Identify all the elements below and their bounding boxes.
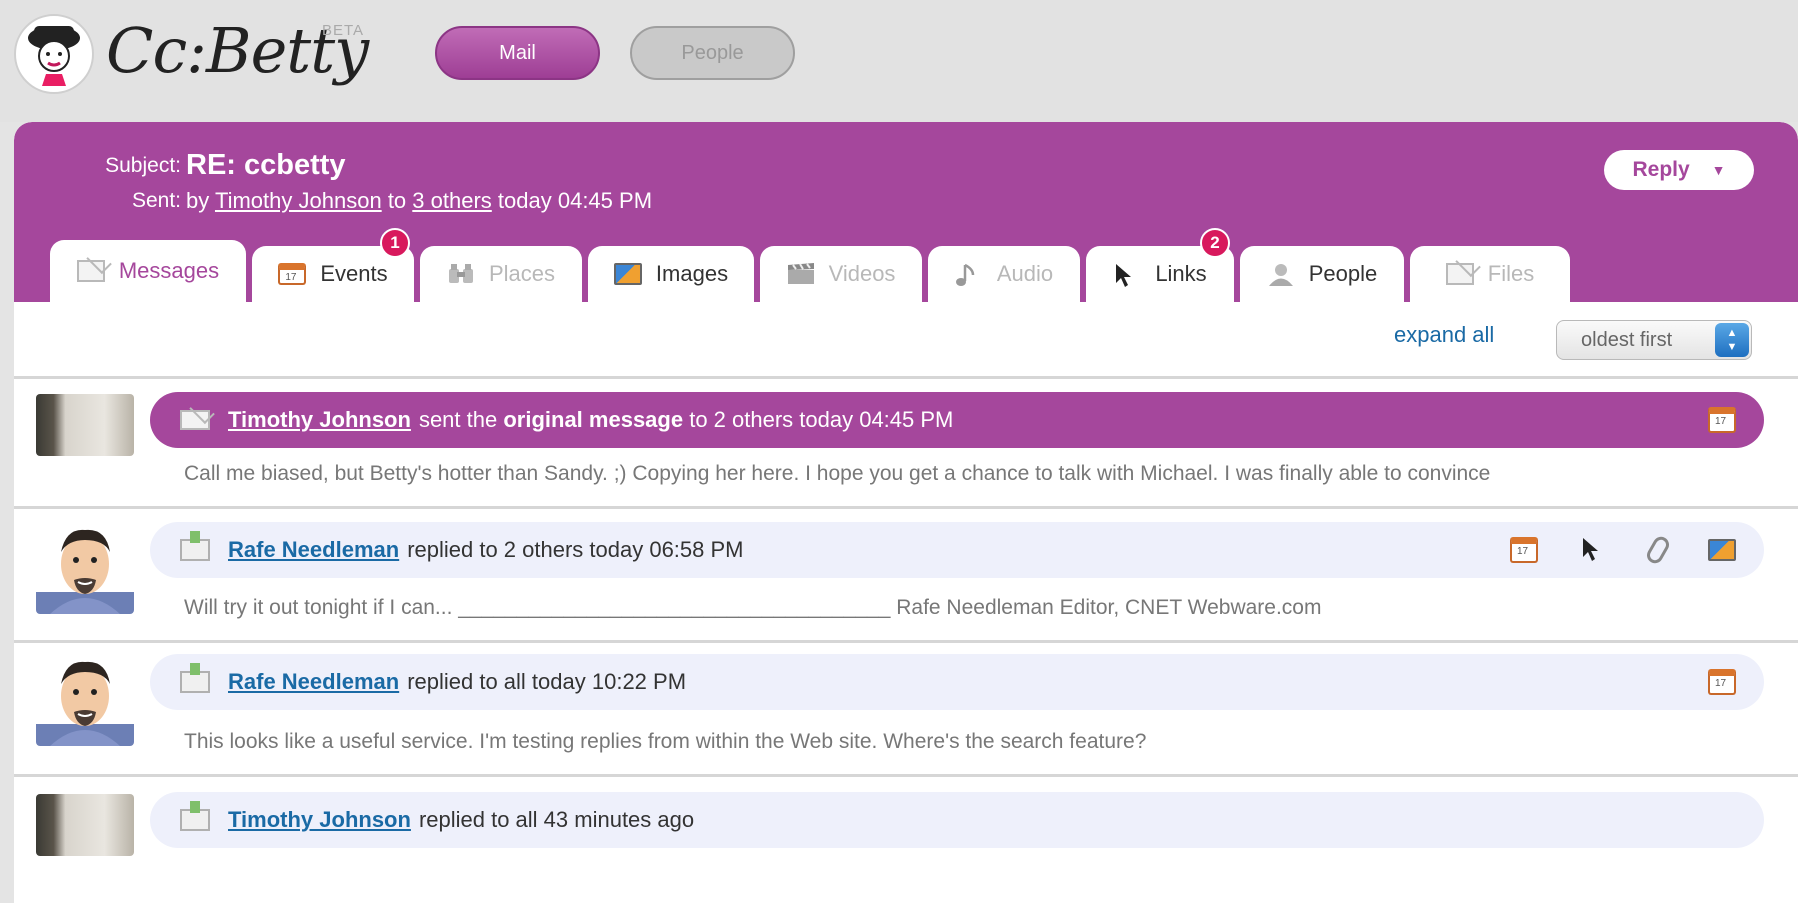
sender-name-link[interactable]: Rafe Needleman — [228, 669, 399, 695]
attachment-icons — [1708, 654, 1736, 710]
message-snippet[interactable]: Will try it out tonight if I can... ____… — [184, 596, 1321, 620]
tab-messages[interactable]: Messages — [50, 240, 246, 302]
music-note-icon — [955, 263, 983, 286]
message-header-bar[interactable]: Rafe Needleman replied to 2 others today… — [150, 522, 1764, 578]
divider — [14, 640, 1798, 643]
sent-to-text: to — [387, 188, 407, 213]
message-summary: sent the original message to 2 others to… — [418, 407, 954, 432]
message-item[interactable]: Timothy Johnson sent the original messag… — [14, 380, 1798, 504]
calendar-icon[interactable] — [1510, 537, 1538, 563]
message-item[interactable]: Rafe Needleman replied to all today 10:2… — [14, 644, 1798, 772]
tab-label: Images — [655, 261, 729, 286]
conversation-header: Subject: RE: ccbetty Sent: by Timothy Jo… — [14, 122, 1798, 302]
beta-label: BETA — [322, 22, 365, 39]
envelope-open-icon — [180, 531, 210, 561]
sent-label: Sent: — [131, 189, 181, 212]
envelope-icon — [76, 260, 105, 282]
attachment-icons — [1510, 522, 1736, 578]
tab-links[interactable]: Links 2 — [1086, 228, 1234, 302]
message-header-bar[interactable]: Timothy Johnson sent the original messag… — [150, 392, 1764, 448]
envelope-icon — [1445, 263, 1474, 285]
tab-label: Files — [1487, 261, 1535, 286]
avatar — [36, 794, 134, 856]
image-icon — [613, 263, 642, 285]
reply-button[interactable]: Reply ▼ — [1604, 150, 1754, 190]
sent-time: today 04:45 PM — [497, 188, 653, 213]
top-bar: Cc:Betty BETA Mail People — [0, 0, 1798, 122]
subject-label: Subject: — [105, 154, 181, 177]
tab-label: Audio — [996, 261, 1054, 286]
calendar-icon[interactable] — [1708, 407, 1736, 433]
avatar — [36, 522, 134, 614]
tab-videos[interactable]: Videos — [760, 246, 922, 302]
tab-label: Places — [488, 261, 556, 286]
calendar-icon[interactable] — [1708, 669, 1736, 695]
message-snippet[interactable]: Call me biased, but Betty's hotter than … — [184, 462, 1490, 486]
cursor-icon[interactable] — [1580, 537, 1608, 563]
sender-name-link[interactable]: Timothy Johnson — [228, 807, 411, 833]
tab-people[interactable]: People — [1240, 246, 1404, 302]
message-item[interactable]: Rafe Needleman replied to 2 others today… — [14, 510, 1798, 638]
divider — [14, 774, 1798, 777]
envelope-open-icon — [180, 663, 210, 693]
attachment-icons — [1708, 392, 1736, 448]
clapperboard-icon — [787, 263, 815, 285]
message-item[interactable]: Timothy Johnson replied to all 43 minute… — [14, 778, 1798, 858]
tab-files[interactable]: Files — [1410, 246, 1570, 302]
sent-info: by Timothy Johnson to 3 others today 04:… — [186, 188, 652, 214]
tab-images[interactable]: Images — [588, 246, 754, 302]
sort-order-value: oldest first — [1581, 328, 1673, 351]
paperclip-icon[interactable] — [1644, 533, 1672, 567]
message-summary: replied to all today 10:22 PM — [407, 669, 687, 694]
sender-link[interactable]: Timothy Johnson — [215, 188, 382, 213]
select-arrows-icon: ▲ ▼ — [1715, 323, 1749, 357]
message-snippet[interactable]: This looks like a useful service. I'm te… — [184, 730, 1146, 754]
sort-order-select[interactable]: oldest first ▲ ▼ — [1556, 320, 1752, 360]
conversation-panel: Subject: RE: ccbetty Sent: by Timothy Jo… — [14, 122, 1798, 903]
tab-label: Videos — [828, 261, 896, 286]
recipients-link[interactable]: 3 others — [412, 188, 492, 213]
tab-events[interactable]: Events 1 — [252, 228, 414, 302]
envelope-icon — [180, 410, 210, 430]
cursor-icon — [1113, 263, 1141, 287]
mail-button[interactable]: Mail — [435, 26, 600, 80]
message-summary: replied to 2 others today 06:58 PM — [407, 537, 744, 562]
betty-logo-icon — [14, 14, 94, 94]
sent-by-text: by — [186, 188, 210, 213]
sender-name-link[interactable]: Rafe Needleman — [228, 537, 399, 563]
calendar-icon — [278, 263, 307, 285]
message-summary: replied to all 43 minutes ago — [418, 807, 695, 832]
events-count-badge: 1 — [380, 228, 410, 258]
image-icon[interactable] — [1708, 539, 1736, 561]
message-header-bar[interactable]: Rafe Needleman replied to all today 10:2… — [150, 654, 1764, 710]
tab-label: Events — [320, 261, 388, 286]
reply-label: Reply — [1632, 158, 1690, 181]
links-count-badge: 2 — [1200, 228, 1230, 258]
tab-label: Links — [1155, 261, 1207, 286]
tab-audio[interactable]: Audio — [928, 246, 1080, 302]
subject-value: RE: ccbetty — [186, 149, 346, 181]
binoculars-icon — [447, 263, 475, 285]
message-header-bar[interactable]: Timothy Johnson replied to all 43 minute… — [150, 792, 1764, 848]
divider — [14, 376, 1798, 379]
chevron-down-icon: ▼ — [1711, 162, 1726, 178]
people-button[interactable]: People — [630, 26, 795, 80]
tab-label: People — [1308, 261, 1378, 286]
divider — [14, 506, 1798, 509]
avatar — [36, 654, 134, 746]
avatar — [36, 394, 134, 456]
envelope-open-icon — [180, 801, 210, 831]
person-icon — [1267, 263, 1295, 286]
expand-all-link[interactable]: expand all — [1394, 322, 1494, 348]
tab-label: Messages — [118, 258, 220, 283]
sender-name-link[interactable]: Timothy Johnson — [228, 407, 411, 433]
tab-bar: Messages Events 1 Places Images — [14, 228, 1798, 302]
tab-places[interactable]: Places — [420, 246, 582, 302]
